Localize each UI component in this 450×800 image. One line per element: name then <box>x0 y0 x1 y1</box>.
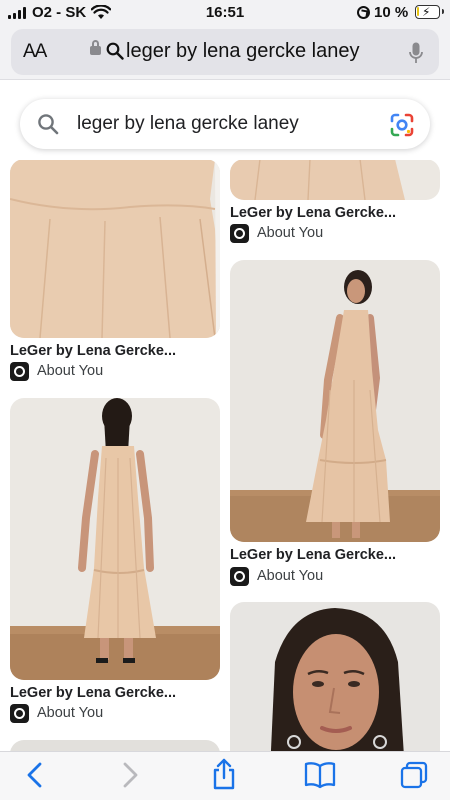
battery-level <box>417 7 419 16</box>
dress-photo <box>10 160 220 338</box>
result-card[interactable] <box>10 740 220 751</box>
result-source-name: About You <box>37 705 104 721</box>
status-bar: O2 - SK 16:51 10 % ⚡ <box>0 0 450 26</box>
about-you-logo-icon <box>10 703 29 723</box>
about-you-logo-icon <box>230 223 249 243</box>
dress-photo <box>10 398 220 680</box>
address-bar[interactable]: AA leger by lena gercke laney <box>11 29 439 75</box>
google-search-box[interactable]: leger by lena gercke laney <box>20 99 430 149</box>
result-source-name: About You <box>257 568 324 584</box>
dress-photo <box>230 160 440 200</box>
result-source-name: About You <box>257 225 324 241</box>
result-source[interactable]: About You <box>230 223 323 243</box>
orientation-lock-icon <box>357 6 370 19</box>
forward-icon[interactable] <box>119 760 141 790</box>
dress-photo <box>230 260 440 542</box>
result-card[interactable] <box>230 602 440 751</box>
result-image[interactable] <box>10 160 220 338</box>
back-icon[interactable] <box>24 760 46 790</box>
result-card[interactable]: LeGer by Lena Gercke... About You <box>10 160 220 381</box>
result-source[interactable]: About You <box>230 566 323 586</box>
result-image[interactable] <box>10 740 220 751</box>
result-title[interactable]: LeGer by Lena Gercke... <box>10 343 176 359</box>
lock-icon <box>90 40 101 55</box>
result-card[interactable]: LeGer by Lena Gercke... About You <box>230 160 440 245</box>
battery-icon: ⚡ <box>415 5 444 19</box>
battery-percent: 10 % <box>374 4 409 21</box>
result-card[interactable]: LeGer by Lena Gercke... About You <box>230 260 440 586</box>
reader-aa-button[interactable]: AA <box>23 41 47 63</box>
result-title[interactable]: LeGer by Lena Gercke... <box>10 685 176 701</box>
search-query-text[interactable]: leger by lena gercke laney <box>77 113 299 135</box>
browser-toolbar <box>0 751 450 800</box>
result-image[interactable] <box>230 260 440 542</box>
image-results-grid: LeGer by Lena Gercke... About You LeGer … <box>0 160 450 751</box>
search-icon <box>106 42 124 60</box>
result-source-name: About You <box>37 363 104 379</box>
url-text[interactable]: leger by lena gercke laney <box>126 40 359 63</box>
result-image[interactable] <box>230 160 440 200</box>
charging-bolt-icon: ⚡ <box>422 5 431 19</box>
result-image[interactable] <box>230 602 440 751</box>
result-source[interactable]: About You <box>10 703 103 723</box>
mic-icon[interactable] <box>409 42 423 64</box>
browser-address-area: AA leger by lena gercke laney <box>0 26 450 80</box>
result-source[interactable]: About You <box>10 361 103 381</box>
result-title[interactable]: LeGer by Lena Gercke... <box>230 547 396 563</box>
result-image[interactable] <box>10 398 220 680</box>
bookmarks-icon[interactable] <box>304 761 336 789</box>
search-icon <box>38 114 59 135</box>
about-you-logo-icon <box>230 566 249 586</box>
web-page: leger by lena gercke laney LeGer by Lena… <box>0 81 450 751</box>
share-icon[interactable] <box>211 757 237 791</box>
result-title[interactable]: LeGer by Lena Gercke... <box>230 205 396 221</box>
portrait-photo <box>230 602 440 751</box>
google-lens-icon[interactable] <box>389 112 415 138</box>
about-you-logo-icon <box>10 361 29 381</box>
tabs-icon[interactable] <box>399 760 429 790</box>
result-card[interactable]: LeGer by Lena Gercke... About You <box>10 398 220 724</box>
